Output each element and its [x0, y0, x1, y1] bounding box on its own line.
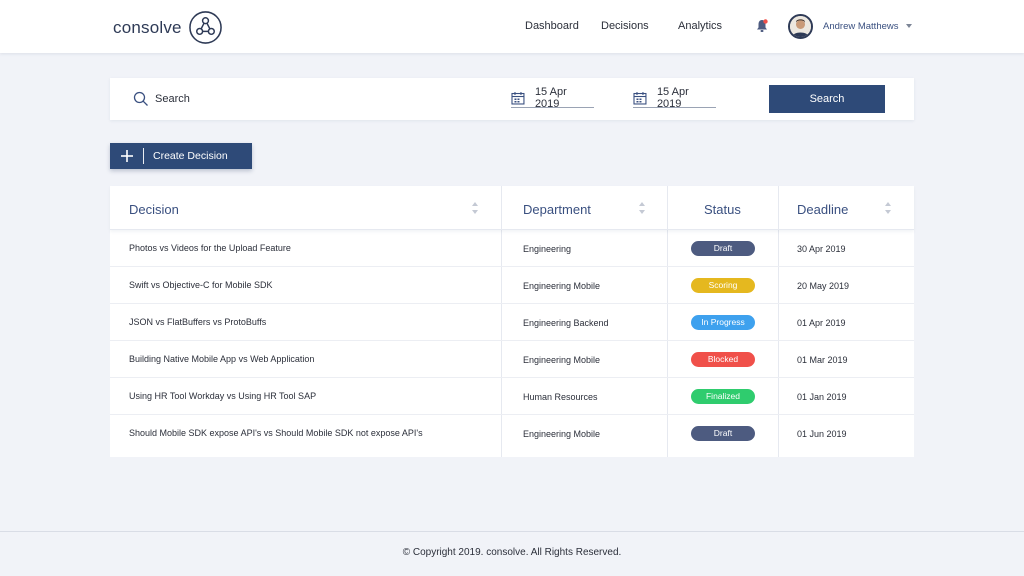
footer: © Copyright 2019. consolve. All Rights R… — [0, 531, 1024, 576]
nav-dashboard[interactable]: Dashboard — [525, 20, 579, 32]
deadline-date: 20 May 2019 — [797, 281, 850, 291]
table-row[interactable]: Using HR Tool Workday vs Using HR Tool S… — [110, 378, 914, 415]
decision-title[interactable]: Swift vs Objective-C for Mobile SDK — [129, 280, 273, 290]
user-name[interactable]: Andrew Matthews — [823, 21, 899, 32]
avatar[interactable] — [788, 14, 813, 39]
calendar-icon — [511, 91, 525, 105]
search-button[interactable]: Search — [769, 85, 885, 113]
chevron-down-icon[interactable] — [906, 24, 912, 28]
table-row[interactable]: JSON vs FlatBuffers vs ProtoBuffs Engine… — [110, 304, 914, 341]
top-header: consolve Dashboard Decisions Analytics A… — [0, 0, 1024, 53]
decision-title[interactable]: Photos vs Videos for the Upload Feature — [129, 243, 291, 253]
create-decision-label: Create Decision — [153, 150, 228, 162]
calendar-icon — [633, 91, 647, 105]
deadline-date: 01 Mar 2019 — [797, 355, 848, 365]
from-date-value: 15 Apr 2019 — [534, 85, 567, 110]
department-name: Engineering — [523, 244, 572, 254]
button-divider — [143, 148, 144, 164]
column-header-decision[interactable]: Decision — [129, 202, 179, 217]
create-decision-button[interactable]: Create Decision — [110, 143, 252, 169]
status-badge: Draft — [691, 426, 755, 441]
deadline-date: 01 Apr 2019 — [797, 318, 846, 328]
from-date-field[interactable]: 15 Apr 2019 — [511, 85, 594, 110]
deadline-date: 30 Apr 2019 — [797, 244, 846, 254]
status-badge: In Progress — [691, 315, 755, 330]
search-icon — [133, 91, 148, 106]
status-badge: Blocked — [691, 352, 755, 367]
department-name: Human Resources — [523, 392, 598, 402]
search-input[interactable] — [155, 89, 455, 109]
table-row[interactable]: Photos vs Videos for the Upload Feature … — [110, 230, 914, 267]
brand[interactable]: consolve — [113, 10, 223, 45]
status-badge: Draft — [691, 241, 755, 256]
copyright-text: © Copyright 2019. consolve. All Rights R… — [402, 547, 622, 558]
status-badge: Scoring — [691, 278, 755, 293]
column-header-deadline[interactable]: Deadline — [797, 202, 848, 217]
department-name: Engineering Mobile — [523, 429, 601, 439]
sort-icon[interactable] — [471, 201, 479, 215]
consolve-network-icon — [188, 11, 222, 44]
brand-name: consolve — [113, 17, 182, 37]
status-badge: Finalized — [691, 389, 755, 404]
table-header: Decision Department Status Deadline — [110, 186, 914, 230]
department-name: Engineering Backend — [523, 318, 609, 328]
search-bar: 15 Apr 2019 15 Apr 2019 Search — [110, 78, 914, 120]
table-row[interactable]: Swift vs Objective-C for Mobile SDK Engi… — [110, 267, 914, 304]
sort-icon[interactable] — [638, 201, 646, 215]
table-row[interactable]: Should Mobile SDK expose API's vs Should… — [110, 415, 914, 452]
department-name: Engineering Mobile — [523, 281, 601, 291]
deadline-date: 01 Jun 2019 — [797, 429, 847, 439]
deadline-date: 01 Jan 2019 — [797, 392, 847, 402]
avatar-image — [790, 16, 811, 37]
column-header-department[interactable]: Department — [523, 202, 591, 217]
to-date-value: 15 Apr 2019 — [656, 85, 689, 110]
sort-icon[interactable] — [884, 201, 892, 215]
decision-title[interactable]: JSON vs FlatBuffers vs ProtoBuffs — [129, 317, 266, 327]
decision-title[interactable]: Building Native Mobile App vs Web Applic… — [129, 354, 314, 364]
department-name: Engineering Mobile — [523, 355, 601, 365]
column-header-status[interactable]: Status — [704, 202, 741, 217]
table-row[interactable]: Building Native Mobile App vs Web Applic… — [110, 341, 914, 378]
plus-icon — [121, 150, 133, 162]
decisions-table: Decision Department Status Deadline Phot… — [110, 186, 914, 457]
nav-decisions[interactable]: Decisions — [601, 20, 649, 32]
to-date-field[interactable]: 15 Apr 2019 — [633, 85, 716, 110]
decision-title[interactable]: Should Mobile SDK expose API's vs Should… — [129, 428, 423, 438]
bell-icon[interactable] — [755, 18, 769, 34]
nav-analytics[interactable]: Analytics — [678, 20, 722, 32]
decision-title[interactable]: Using HR Tool Workday vs Using HR Tool S… — [129, 391, 316, 401]
